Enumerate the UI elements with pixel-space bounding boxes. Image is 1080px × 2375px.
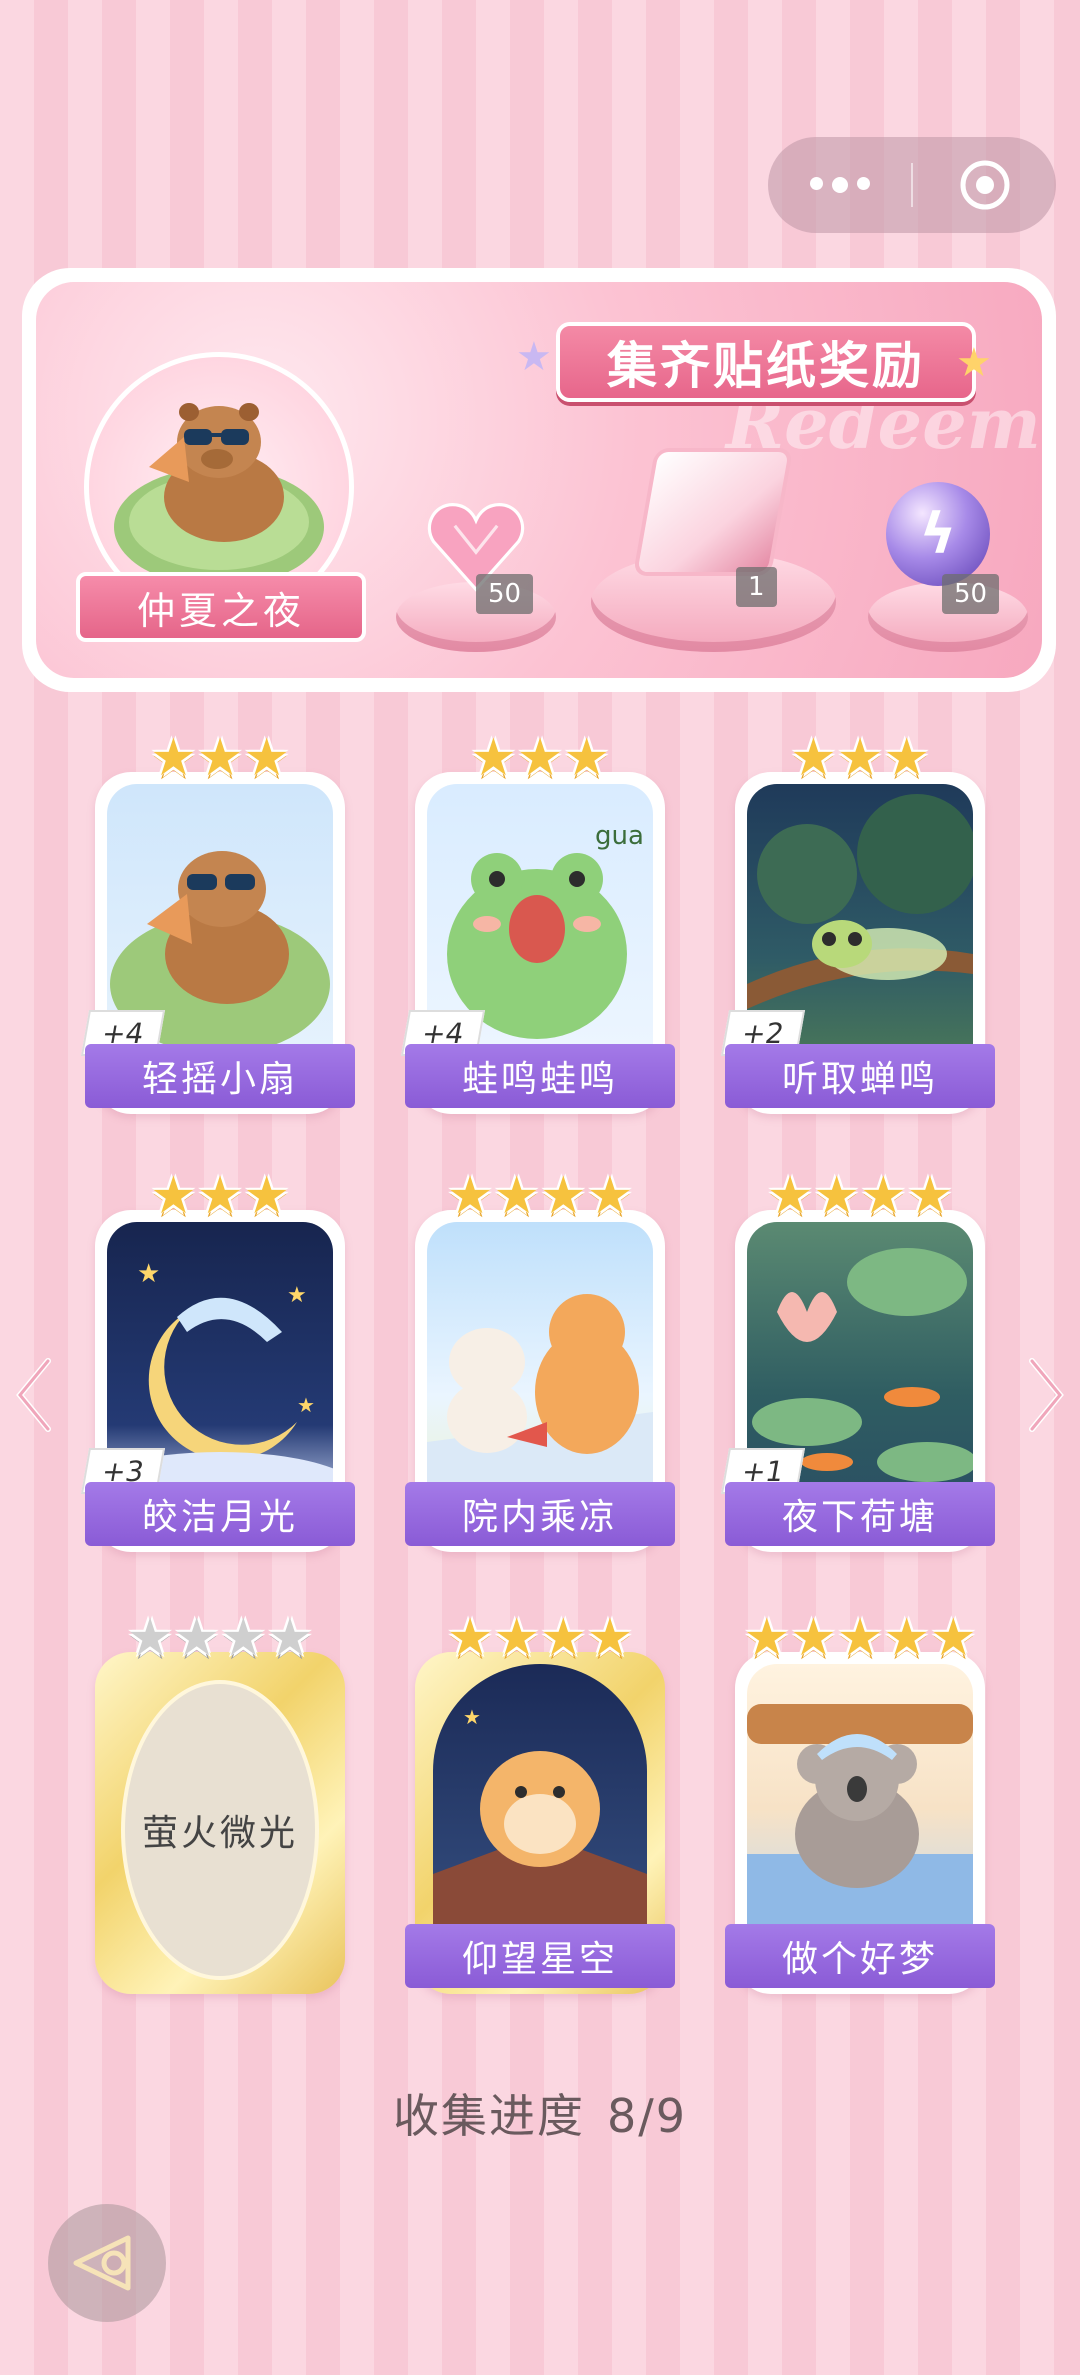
svg-text:★: ★ bbox=[287, 1283, 307, 1308]
reward-count: 50 bbox=[476, 574, 534, 614]
star-icon: ★ bbox=[836, 1608, 884, 1668]
star-icon: ★ bbox=[196, 1166, 244, 1226]
sticker-card[interactable]: ★ 仰望星空 ★ ★ ★ ★ bbox=[405, 1612, 675, 2000]
star-icon: ★ bbox=[586, 1166, 634, 1226]
star-icon: ★ bbox=[266, 1608, 314, 1668]
star-rating: ★ ★ ★ bbox=[735, 732, 985, 784]
star-rating: ★ ★ ★ ★ bbox=[95, 1612, 345, 1664]
reward-banner: Redeem ★ 集齐贴纸奖励 ★ 仲夏之夜 ϟ 50 1 50 bbox=[22, 268, 1056, 692]
star-icon: ★ bbox=[446, 1166, 494, 1226]
locked-sticker-placeholder: 萤火微光 bbox=[121, 1680, 319, 1980]
star-icon: ★ bbox=[493, 1608, 540, 1668]
back-button[interactable] bbox=[48, 2204, 166, 2322]
svg-text:gua: gua bbox=[595, 821, 644, 851]
sticker-card[interactable]: gua +4 蛙鸣蛙鸣 ★ ★ ★ bbox=[400, 732, 675, 1120]
star-icon: ★ bbox=[173, 1608, 220, 1668]
star-rating: ★ ★ ★ bbox=[95, 732, 345, 784]
card-label: 仰望星空 bbox=[405, 1924, 675, 1988]
star-icon: ★ bbox=[540, 1608, 587, 1668]
star-icon: ★ bbox=[860, 1166, 907, 1226]
sticker-art-hamster: ★ bbox=[433, 1664, 647, 1954]
back-arrow-icon bbox=[73, 2235, 131, 2291]
sticker-card[interactable]: 院内乘凉 ★ ★ ★ ★ bbox=[405, 1170, 675, 1558]
reward-banner-inner: Redeem ★ 集齐贴纸奖励 ★ 仲夏之夜 ϟ 50 1 50 bbox=[36, 282, 1042, 678]
star-icon: ★ bbox=[883, 1608, 930, 1668]
svg-text:★: ★ bbox=[137, 1259, 160, 1289]
star-icon: ★ bbox=[150, 728, 197, 788]
star-icon: ★ bbox=[790, 1608, 837, 1668]
collection-progress: 收集进度 8/9 bbox=[0, 2080, 1080, 2146]
star-icon: ★ bbox=[493, 1166, 540, 1226]
star-icon: ★ bbox=[766, 1166, 814, 1226]
star-icon: ★ bbox=[790, 728, 837, 788]
sticker-card[interactable]: 做个好梦 ★ ★ ★ ★ ★ bbox=[725, 1612, 995, 2000]
star-icon: ★ bbox=[540, 1166, 587, 1226]
star-rating: ★ ★ ★ ★ bbox=[415, 1612, 665, 1664]
card-label: 蛙鸣蛙鸣 bbox=[405, 1044, 675, 1108]
star-icon: ★ bbox=[563, 728, 610, 788]
star-rating: ★ ★ ★ ★ bbox=[415, 1170, 665, 1222]
star-icon: ★ bbox=[196, 728, 244, 788]
star-icon: ★ bbox=[150, 1166, 197, 1226]
next-page-arrow-icon[interactable] bbox=[1026, 1355, 1066, 1435]
collection-name: 仲夏之夜 bbox=[76, 572, 366, 642]
card-label: 做个好梦 bbox=[725, 1924, 995, 1988]
star-icon: ★ bbox=[883, 728, 930, 788]
star-icon: ★ bbox=[586, 1608, 634, 1668]
sticker-card-locked[interactable]: 萤火微光 ★ ★ ★ ★ bbox=[95, 1612, 345, 2000]
star-icon: ★ bbox=[743, 1608, 791, 1668]
progress-label: 收集进度 bbox=[392, 2089, 585, 2143]
svg-text:★: ★ bbox=[463, 1705, 481, 1729]
lightning-orb-icon: ϟ bbox=[886, 482, 990, 586]
card-label: 听取蝉鸣 bbox=[725, 1044, 995, 1108]
star-icon: ★ bbox=[813, 1166, 860, 1226]
star-rating: ★ ★ ★ bbox=[415, 732, 665, 784]
star-icon: ★ bbox=[836, 728, 884, 788]
star-icon: ★ bbox=[446, 1608, 494, 1668]
star-icon: ★ bbox=[243, 1166, 290, 1226]
star-rating: ★ ★ ★ bbox=[95, 1170, 345, 1222]
star-icon: ★ bbox=[243, 728, 290, 788]
progress-value: 8/9 bbox=[606, 2089, 688, 2143]
sticker-art-cats bbox=[427, 1222, 653, 1512]
banner-title: 集齐贴纸奖励 bbox=[556, 322, 976, 402]
previous-page-arrow-icon[interactable] bbox=[14, 1355, 54, 1435]
reward-count: 50 bbox=[942, 574, 1000, 614]
star-rating: ★ ★ ★ ★ ★ bbox=[735, 1612, 985, 1664]
miniprogram-capsule bbox=[768, 137, 1056, 233]
star-icon: ★ bbox=[470, 728, 517, 788]
sticker-card[interactable]: ★ ★ ★ +3 皎洁月光 ★ ★ ★ bbox=[80, 1170, 355, 1558]
card-label: 皎洁月光 bbox=[85, 1482, 355, 1546]
sparkle-star-icon: ★ bbox=[516, 334, 552, 380]
sticker-card[interactable]: +1 夜下荷塘 ★ ★ ★ ★ bbox=[720, 1170, 995, 1558]
gift-box-icon bbox=[637, 452, 789, 572]
sparkle-star-icon: ★ bbox=[956, 340, 992, 386]
star-icon: ★ bbox=[126, 1608, 174, 1668]
star-icon: ★ bbox=[906, 1166, 954, 1226]
card-label: 夜下荷塘 bbox=[725, 1482, 995, 1546]
card-label: 轻摇小扇 bbox=[85, 1044, 355, 1108]
svg-text:★: ★ bbox=[297, 1393, 315, 1417]
star-icon: ★ bbox=[929, 1608, 977, 1668]
star-rating: ★ ★ ★ ★ bbox=[735, 1170, 985, 1222]
card-label: 院内乘凉 bbox=[405, 1482, 675, 1546]
sticker-art-koala bbox=[747, 1664, 973, 1954]
more-menu-icon[interactable] bbox=[768, 177, 911, 193]
sticker-card[interactable]: +2 听取蝉鸣 ★ ★ ★ bbox=[720, 732, 995, 1120]
star-icon: ★ bbox=[220, 1608, 267, 1668]
close-miniprogram-icon[interactable] bbox=[913, 158, 1056, 212]
star-icon: ★ bbox=[516, 728, 564, 788]
reward-count: 1 bbox=[736, 567, 777, 607]
sticker-card[interactable]: +4 轻摇小扇 ★ ★ ★ bbox=[80, 732, 355, 1120]
